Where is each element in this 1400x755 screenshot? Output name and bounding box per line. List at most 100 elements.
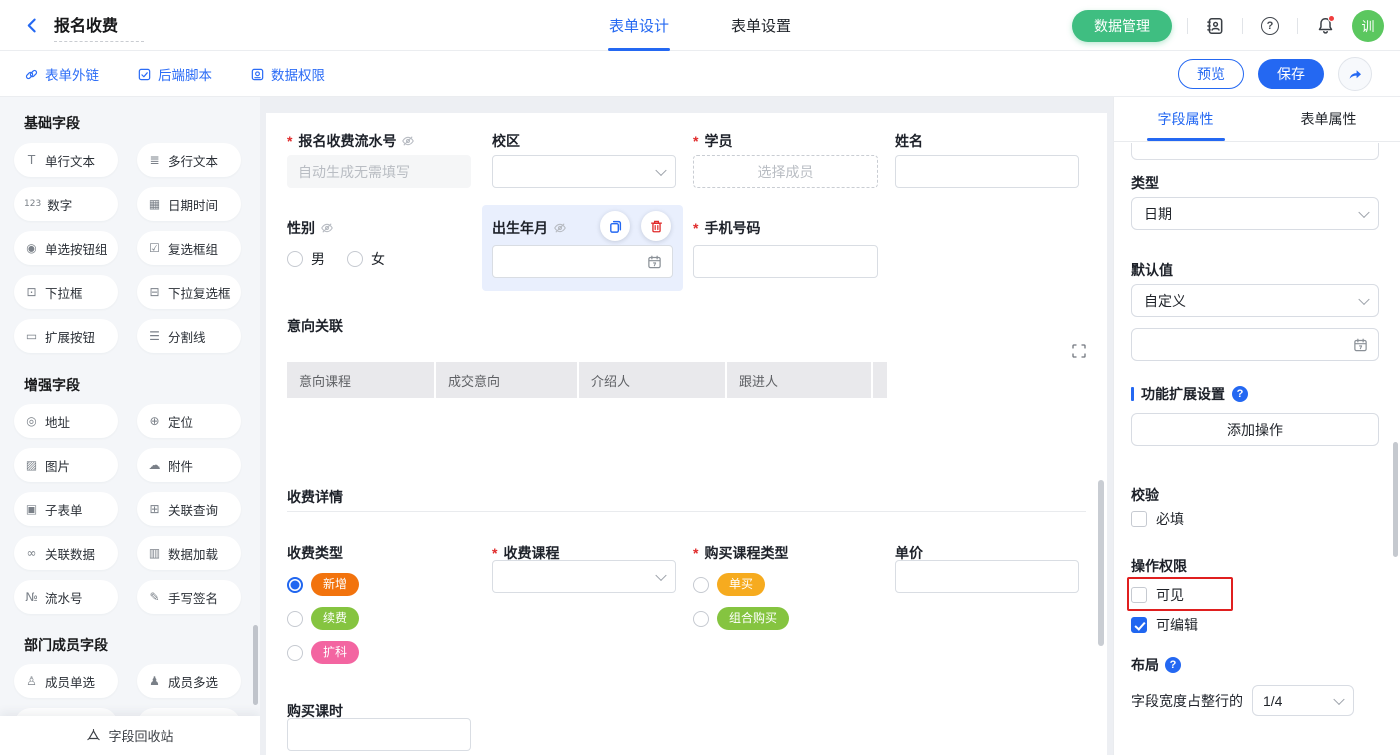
expand-icon[interactable] — [1071, 343, 1087, 359]
fee-type-option-renew[interactable]: 续费 — [287, 607, 359, 630]
field-item-signature[interactable]: ✎手写签名 — [137, 580, 241, 614]
phone-field-label: 手机号码 — [693, 218, 760, 238]
default-date-input[interactable] — [1131, 328, 1379, 361]
extend-button-icon: ▭ — [24, 329, 39, 343]
editable-checkbox-row[interactable]: 可编辑 — [1131, 615, 1198, 635]
field-item-radio-group[interactable]: ◉单选按钮组 — [14, 231, 118, 265]
field-item-attachment[interactable]: ☁附件 — [137, 448, 241, 482]
notification-bell-icon[interactable] — [1313, 14, 1337, 38]
field-item-subform[interactable]: ▣子表单 — [14, 492, 118, 526]
divider — [1187, 18, 1188, 34]
radio-male[interactable] — [287, 251, 303, 267]
phone-input[interactable] — [693, 245, 878, 278]
required-checkbox-row[interactable]: 必填 — [1131, 509, 1184, 529]
backend-script-item[interactable]: 后端脚本 — [137, 64, 212, 84]
canvas-scrollbar-thumb[interactable] — [1098, 480, 1104, 646]
gender-option-male[interactable]: 男 — [287, 249, 325, 269]
radio-female[interactable] — [347, 251, 363, 267]
back-button[interactable] — [24, 17, 41, 34]
delete-field-button[interactable] — [641, 211, 671, 241]
editable-checkbox[interactable] — [1131, 617, 1147, 633]
field-item-location[interactable]: ⊕定位 — [137, 404, 241, 438]
intention-field-label: 意向关联 — [287, 316, 343, 336]
radio-new[interactable] — [287, 577, 303, 593]
buy-type-option-combo[interactable]: 组合购买 — [693, 607, 789, 630]
help-icon[interactable]: ? — [1258, 14, 1282, 38]
sidebar-scrollbar-thumb[interactable] — [253, 625, 258, 705]
unit-price-input[interactable] — [895, 560, 1079, 593]
chevron-down-icon — [1358, 206, 1369, 217]
field-item-member-multi[interactable]: ♟成员多选 — [137, 664, 241, 698]
field-item-data-load[interactable]: ▥数据加载 — [137, 536, 241, 570]
user-avatar[interactable]: 训 — [1352, 10, 1384, 42]
field-item-multi-line-text[interactable]: ≣多行文本 — [137, 143, 241, 177]
default-value-select[interactable]: 自定义 — [1131, 284, 1379, 317]
divider — [1297, 18, 1298, 34]
required-checkbox[interactable] — [1131, 511, 1147, 527]
buy-type-option-single[interactable]: 单买 — [693, 573, 765, 596]
save-button[interactable]: 保存 — [1258, 59, 1324, 89]
visible-checkbox-row[interactable]: 可见 — [1131, 585, 1184, 605]
radio-expand[interactable] — [287, 645, 303, 661]
field-width-select[interactable]: 1/4 — [1252, 685, 1354, 716]
visible-checkbox[interactable] — [1131, 587, 1147, 603]
field-recycle-bin[interactable]: 字段回收站 — [0, 716, 260, 755]
preview-button[interactable]: 预览 — [1178, 59, 1244, 89]
related-data-icon: ∞ — [24, 546, 39, 560]
external-link-item[interactable]: 表单外链 — [24, 64, 99, 84]
default-value-label: 默认值 — [1131, 260, 1173, 280]
add-action-button[interactable]: 添加操作 — [1131, 413, 1379, 446]
data-permission-item[interactable]: 数据权限 — [250, 64, 325, 84]
field-item-serial-number[interactable]: №流水号 — [14, 580, 118, 614]
selected-field-birth[interactable]: 出生年月 — [482, 205, 683, 291]
campus-select[interactable] — [492, 155, 676, 188]
address-book-icon[interactable] — [1203, 14, 1227, 38]
name-input[interactable] — [895, 155, 1079, 188]
radio-renew[interactable] — [287, 611, 303, 627]
radio-combo-buy[interactable] — [693, 611, 709, 627]
field-item-related-query[interactable]: ⊞关联查询 — [137, 492, 241, 526]
buy-hours-input[interactable] — [287, 718, 471, 751]
gender-option-female[interactable]: 女 — [347, 249, 385, 269]
tab-field-properties[interactable]: 字段属性 — [1114, 97, 1257, 141]
panel-scrollbar-thumb[interactable] — [1393, 442, 1398, 557]
fee-type-option-expand[interactable]: 扩科 — [287, 641, 359, 664]
field-item-number[interactable]: 123数字 — [14, 187, 118, 221]
field-item-divider[interactable]: ☰分割线 — [137, 319, 241, 353]
column-header: 意向课程 — [287, 362, 434, 398]
active-tab-underline — [608, 48, 670, 51]
help-badge-icon[interactable]: ? — [1165, 657, 1181, 673]
birth-date-input[interactable] — [492, 245, 673, 278]
field-item-multi-dropdown[interactable]: ⊟下拉复选框 — [137, 275, 241, 309]
type-select[interactable]: 日期 — [1131, 197, 1379, 230]
panel-partial-input[interactable] — [1131, 143, 1379, 160]
field-item-related-data[interactable]: ∞关联数据 — [14, 536, 118, 570]
fee-course-select[interactable] — [492, 560, 676, 593]
image-icon: ▨ — [24, 458, 39, 472]
field-item-member-single[interactable]: ♙成员单选 — [14, 664, 118, 698]
radio-single-buy[interactable] — [693, 577, 709, 593]
intention-table-header: 意向课程 成交意向 介绍人 跟进人 — [287, 362, 887, 398]
data-load-icon: ▥ — [147, 546, 162, 560]
field-item-image[interactable]: ▨图片 — [14, 448, 118, 482]
fee-type-option-new[interactable]: 新增 — [287, 573, 359, 596]
field-item-address[interactable]: ◎地址 — [14, 404, 118, 438]
field-item-dropdown[interactable]: ⊡下拉框 — [14, 275, 118, 309]
share-button[interactable] — [1338, 57, 1372, 91]
serial-input[interactable] — [287, 155, 471, 188]
field-item-checkbox-group[interactable]: ☑复选框组 — [137, 231, 241, 265]
tab-form-design[interactable]: 表单设计 — [609, 0, 669, 51]
layout-label: 布局 ? — [1131, 655, 1181, 675]
tab-form-properties[interactable]: 表单属性 — [1257, 97, 1400, 141]
field-item-single-line-text[interactable]: T单行文本 — [14, 143, 118, 177]
field-item-extend-button[interactable]: ▭扩展按钮 — [14, 319, 118, 353]
student-picker[interactable] — [693, 155, 878, 188]
help-badge-icon[interactable]: ? — [1232, 386, 1248, 402]
chevron-down-icon — [1358, 293, 1369, 304]
field-item-datetime[interactable]: ▦日期时间 — [137, 187, 241, 221]
subform-icon: ▣ — [24, 502, 39, 516]
section-title-basic: 基础字段 — [24, 113, 80, 133]
tab-form-settings[interactable]: 表单设置 — [731, 0, 791, 51]
data-manage-button[interactable]: 数据管理 — [1072, 10, 1172, 42]
copy-field-button[interactable] — [600, 211, 630, 241]
